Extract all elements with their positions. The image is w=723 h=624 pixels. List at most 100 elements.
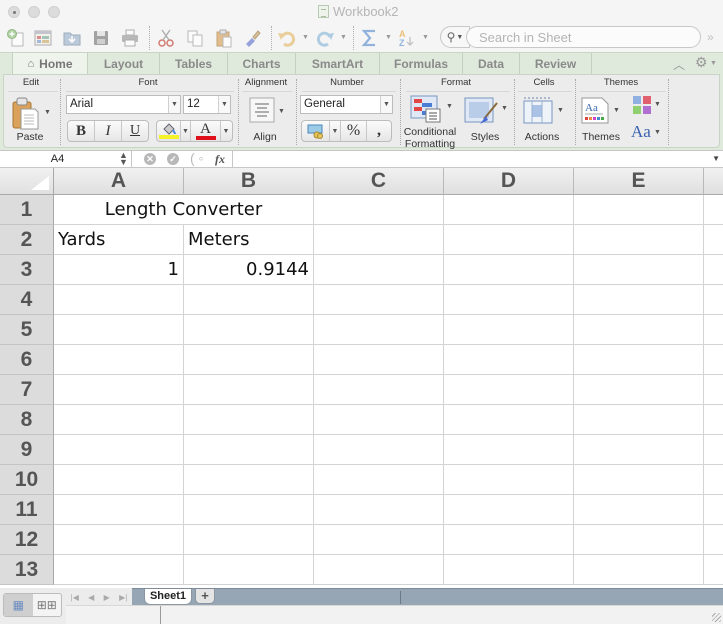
cell-c6[interactable] xyxy=(314,345,444,375)
cell-d3[interactable] xyxy=(444,255,574,285)
cell-b11[interactable] xyxy=(184,495,314,525)
paste-icon[interactable] xyxy=(214,28,234,48)
toolbar-overflow-button[interactable]: » xyxy=(707,30,714,44)
copy-icon[interactable] xyxy=(185,28,205,48)
cell-a7[interactable] xyxy=(54,375,184,405)
cell-b12[interactable] xyxy=(184,525,314,555)
theme-colors-dropdown-arrow[interactable]: ▼ xyxy=(654,101,661,108)
undo-icon[interactable] xyxy=(277,28,297,48)
cell-f5[interactable] xyxy=(704,315,723,345)
cell-actions-dropdown-arrow[interactable]: ▼ xyxy=(557,107,564,114)
cell-c11[interactable] xyxy=(314,495,444,525)
styles-icon[interactable] xyxy=(464,97,500,127)
resize-grip-icon[interactable] xyxy=(712,613,721,622)
tab-formulas[interactable]: Formulas xyxy=(380,53,463,75)
styles-button-label[interactable]: Styles xyxy=(466,131,504,143)
cell-a13[interactable] xyxy=(54,555,184,585)
row-header-6[interactable]: 6 xyxy=(0,345,54,375)
cell-c1[interactable] xyxy=(314,195,444,225)
cell-d6[interactable] xyxy=(444,345,574,375)
cell-a4[interactable] xyxy=(54,285,184,315)
cell-d7[interactable] xyxy=(444,375,574,405)
cell-d8[interactable] xyxy=(444,405,574,435)
cell-e13[interactable] xyxy=(574,555,704,585)
cell-e3[interactable] xyxy=(574,255,704,285)
cell-d5[interactable] xyxy=(444,315,574,345)
cell-d12[interactable] xyxy=(444,525,574,555)
cell-e10[interactable] xyxy=(574,465,704,495)
normal-view-button[interactable]: ▦ xyxy=(4,594,33,616)
fill-color-dropdown[interactable]: ▼ xyxy=(181,121,191,141)
cell-e2[interactable] xyxy=(574,225,704,255)
cell-f7[interactable] xyxy=(704,375,723,405)
format-painter-icon[interactable] xyxy=(242,28,262,48)
tab-data[interactable]: Data xyxy=(463,53,520,75)
search-in-sheet-input[interactable] xyxy=(466,26,701,48)
column-header-e[interactable]: E xyxy=(574,168,704,195)
conditional-formatting-icon[interactable] xyxy=(410,95,444,125)
font-name-combo[interactable]: Arial ▼ xyxy=(66,95,181,114)
row-header-11[interactable]: 11 xyxy=(0,495,54,525)
align-dropdown-arrow[interactable]: ▼ xyxy=(278,108,285,115)
print-icon[interactable] xyxy=(120,28,140,48)
column-header-c[interactable]: C xyxy=(314,168,444,195)
row-header-13[interactable]: 13 xyxy=(0,555,54,585)
zoom-window-button[interactable] xyxy=(48,6,60,18)
templates-icon[interactable] xyxy=(33,28,53,48)
theme-fonts-button[interactable]: Aa xyxy=(631,122,651,142)
conditional-formatting-dropdown-arrow[interactable]: ▼ xyxy=(446,103,453,110)
column-header-a[interactable]: A xyxy=(54,168,184,195)
number-format-combo[interactable]: General ▼ xyxy=(300,95,393,114)
actions-button-label[interactable]: Actions xyxy=(518,131,566,143)
cell-e9[interactable] xyxy=(574,435,704,465)
column-header-f-partial[interactable] xyxy=(704,168,723,195)
redo-icon[interactable] xyxy=(315,28,335,48)
align-button-label[interactable]: Align xyxy=(242,131,288,143)
sort-dropdown-arrow[interactable]: ▼ xyxy=(422,34,429,41)
currency-button[interactable] xyxy=(302,121,330,141)
tab-home[interactable]: ⌂ Home xyxy=(12,53,88,75)
cell-b7[interactable] xyxy=(184,375,314,405)
cell-f12[interactable] xyxy=(704,525,723,555)
last-sheet-button[interactable]: ▶| xyxy=(119,593,127,602)
cell-d1[interactable] xyxy=(444,195,574,225)
undo-dropdown-arrow[interactable]: ▼ xyxy=(302,34,309,41)
next-sheet-button[interactable]: ▶ xyxy=(104,593,110,602)
cell-f8[interactable] xyxy=(704,405,723,435)
cell-a2[interactable]: Yards xyxy=(54,225,184,255)
cell-f9[interactable] xyxy=(704,435,723,465)
font-name-dropdown-arrow[interactable]: ▼ xyxy=(168,96,180,113)
themes-button-label[interactable]: Themes xyxy=(578,131,624,143)
redo-dropdown-arrow[interactable]: ▼ xyxy=(340,34,347,41)
cell-e11[interactable] xyxy=(574,495,704,525)
new-workbook-icon[interactable] xyxy=(6,28,26,48)
italic-button[interactable]: I xyxy=(95,121,122,141)
cell-d13[interactable] xyxy=(444,555,574,585)
cell-c9[interactable] xyxy=(314,435,444,465)
cell-e8[interactable] xyxy=(574,405,704,435)
cell-a9[interactable] xyxy=(54,435,184,465)
minimize-window-button[interactable] xyxy=(28,6,40,18)
cell-e1[interactable] xyxy=(574,195,704,225)
cell-e12[interactable] xyxy=(574,525,704,555)
number-format-dropdown-arrow[interactable]: ▼ xyxy=(380,96,392,113)
cell-d2[interactable] xyxy=(444,225,574,255)
cell-a5[interactable] xyxy=(54,315,184,345)
cell-a1-b1[interactable]: Length Converter xyxy=(54,195,314,225)
bold-button[interactable]: B xyxy=(68,121,95,141)
row-header-10[interactable]: 10 xyxy=(0,465,54,495)
tab-charts[interactable]: Charts xyxy=(228,53,296,75)
cell-f2[interactable] xyxy=(704,225,723,255)
cell-e5[interactable] xyxy=(574,315,704,345)
cell-b6[interactable] xyxy=(184,345,314,375)
font-color-button[interactable]: A xyxy=(191,121,221,141)
cell-a10[interactable] xyxy=(54,465,184,495)
fill-color-button[interactable] xyxy=(157,121,181,141)
save-icon[interactable] xyxy=(91,28,111,48)
gear-dropdown-arrow[interactable]: ▼ xyxy=(710,60,717,67)
cell-f6[interactable] xyxy=(704,345,723,375)
cell-a6[interactable] xyxy=(54,345,184,375)
cell-d9[interactable] xyxy=(444,435,574,465)
cell-a12[interactable] xyxy=(54,525,184,555)
tab-layout[interactable]: Layout xyxy=(88,53,160,75)
